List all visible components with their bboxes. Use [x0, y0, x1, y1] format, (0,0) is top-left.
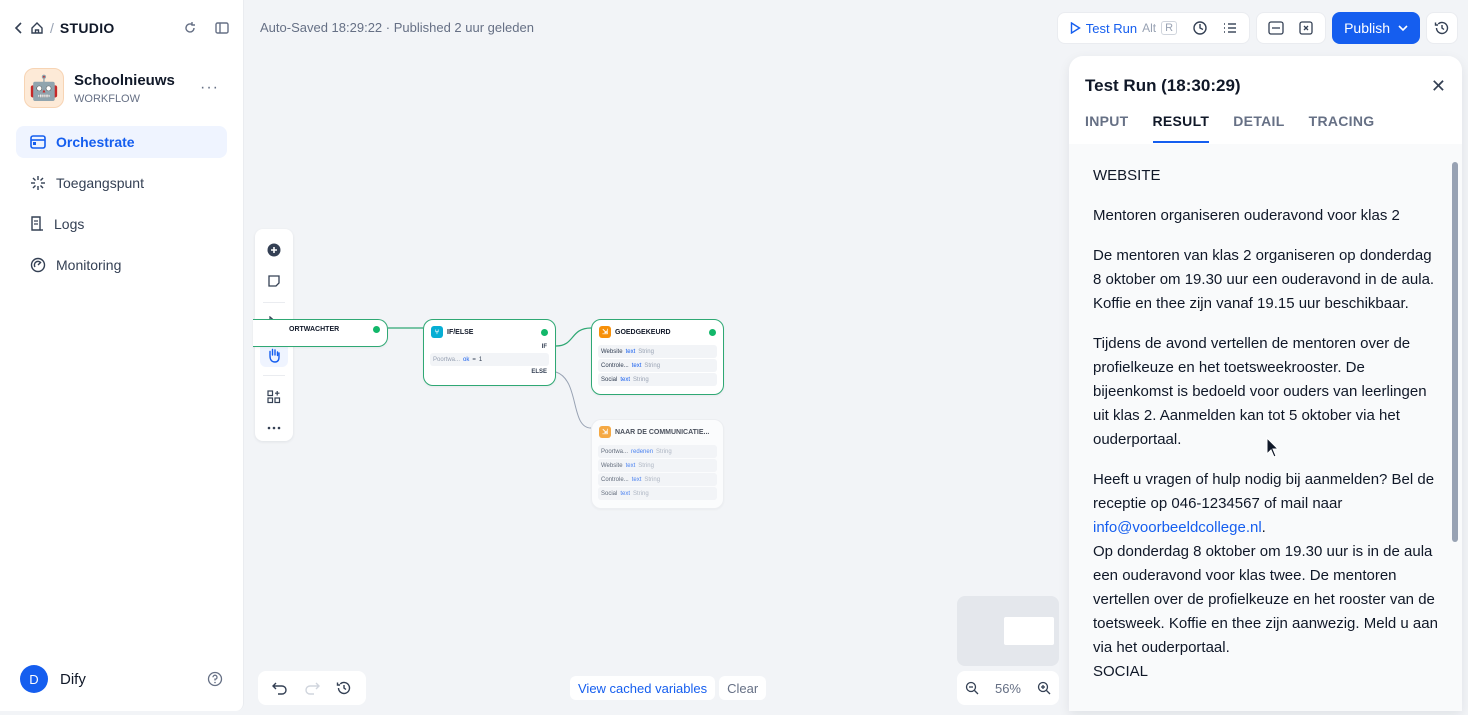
output-row: Website text String	[598, 459, 717, 472]
output-row: Poortwa... redenen String	[598, 445, 717, 458]
success-status-icon	[373, 326, 380, 333]
panel-tabs: INPUT RESULT DETAIL TRACING	[1085, 113, 1374, 143]
condition-field: ok	[463, 356, 470, 363]
email-link[interactable]: info@voorbeeldcollege.nl	[1093, 519, 1262, 536]
zoom-level[interactable]: 56%	[995, 681, 1021, 696]
test-run-panel: Test Run (18:30:29) ✕ INPUT RESULT DETAI…	[1069, 56, 1462, 711]
tab-tracing[interactable]: TRACING	[1309, 113, 1375, 143]
close-icon[interactable]: ✕	[1431, 76, 1446, 97]
result-output[interactable]: WEBSITE Mentoren organiseren ouderavond …	[1069, 144, 1462, 711]
mouse-cursor-icon	[1266, 437, 1280, 458]
result-paragraph: SOCIAL	[1093, 663, 1149, 680]
node-ifelse[interactable]: ⑂ IF/ELSE IF Poortwa... ok = 1 ELSE	[423, 319, 556, 386]
output-row: Social text String	[598, 373, 717, 386]
view-cached-variables-button[interactable]: View cached variables	[570, 676, 716, 700]
result-paragraph: Mentoren organiseren ouderavond voor kla…	[1093, 207, 1400, 224]
branch-icon: ⑂	[431, 326, 443, 338]
output-row: Social text String	[598, 487, 717, 500]
output-row: Controle... text String	[598, 473, 717, 486]
node-title: ORTWACHTER	[289, 326, 340, 333]
tab-result[interactable]: RESULT	[1152, 113, 1210, 143]
app-root: / STUDIO 🤖 Schoolnieuws WORKFLOW ··· Orc…	[0, 0, 1468, 715]
history-icon[interactable]	[336, 680, 352, 696]
undo-redo-bar	[258, 671, 366, 705]
edge-if-approved	[555, 327, 592, 347]
node-header: ⇲ GOEDGEKEURD	[592, 320, 723, 344]
output-row: Website text String	[598, 345, 717, 358]
node-communication[interactable]: ⇲ NAAR DE COMMUNICATIE... Poortwa... rede…	[591, 419, 724, 509]
contact-text-end: .	[1261, 519, 1266, 536]
output-row: Controle... text String	[598, 359, 717, 372]
contact-text: Heeft u vragen of hulp nodig bij aanmeld…	[1093, 471, 1435, 512]
scrollbar[interactable]	[1452, 162, 1458, 542]
node-header: ORTWACHTER	[253, 320, 387, 339]
else-label: ELSE	[531, 369, 547, 375]
panel-title: Test Run (18:30:29)	[1085, 76, 1241, 95]
tab-input[interactable]: INPUT	[1085, 113, 1129, 143]
result-paragraph: Tijdens de avond vertellen de mentoren o…	[1093, 335, 1427, 448]
node-title: GOEDGEKEURD	[615, 328, 671, 336]
result-paragraph: Heeft u vragen of hulp nodig bij aanmeld…	[1093, 468, 1438, 540]
node-header: ⇲ NAAR DE COMMUNICATIE...	[592, 420, 723, 444]
result-paragraph: Op donderdag 8 oktober om 19.30 uur is i…	[1093, 543, 1438, 656]
undo-icon[interactable]	[272, 681, 288, 695]
if-label: IF	[541, 344, 547, 350]
output-icon: ⇲	[599, 426, 611, 438]
node-gatekeeper[interactable]: ORTWACHTER	[253, 319, 388, 347]
node-approved[interactable]: ⇲ GOEDGEKEURD Website text String Controle…	[591, 319, 724, 395]
clear-button[interactable]: Clear	[719, 676, 767, 700]
success-status-icon	[541, 328, 548, 336]
minimap-viewport	[1004, 617, 1054, 645]
edge-else-comm	[555, 371, 592, 429]
zoom-out-icon[interactable]	[965, 681, 979, 695]
output-icon: ⇲	[599, 326, 611, 338]
zoom-control: 56%	[957, 671, 1059, 705]
result-paragraph: De mentoren van klas 2 organiseren op do…	[1093, 247, 1435, 312]
result-paragraph: WEBSITE	[1093, 167, 1161, 184]
success-status-icon	[709, 328, 716, 336]
node-header: ⑂ IF/ELSE	[424, 320, 555, 344]
node-title: NAAR DE COMMUNICATIE...	[615, 428, 710, 436]
result-text: WEBSITE Mentoren organiseren ouderavond …	[1069, 144, 1462, 684]
condition-var: Poortwa...	[433, 356, 461, 363]
if-condition: Poortwa... ok = 1	[430, 353, 549, 366]
redo-icon[interactable]	[304, 681, 320, 695]
zoom-in-icon[interactable]	[1037, 681, 1051, 695]
condition-value: 1	[478, 356, 483, 363]
tab-detail[interactable]: DETAIL	[1233, 113, 1284, 143]
minimap[interactable]	[957, 596, 1059, 666]
node-title: IF/ELSE	[447, 328, 474, 336]
cache-controls: View cached variables Clear	[570, 676, 767, 700]
condition-operator: =	[472, 356, 476, 363]
